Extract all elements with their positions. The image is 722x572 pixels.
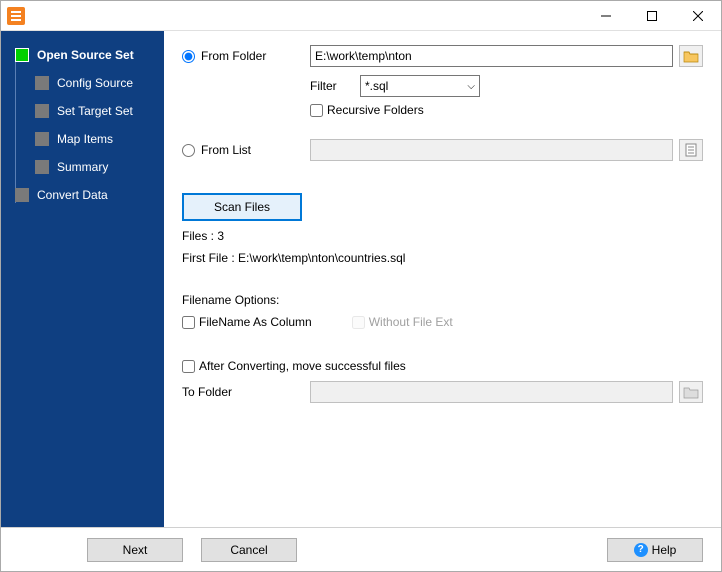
- sidebar-item-label: Summary: [57, 160, 108, 174]
- without-ext-label: Without File Ext: [369, 315, 453, 329]
- help-label: Help: [652, 543, 677, 557]
- sidebar-item-map-items[interactable]: Map Items: [7, 125, 158, 153]
- sidebar-item-label: Map Items: [57, 132, 113, 146]
- from-folder-text: From Folder: [201, 49, 266, 63]
- help-icon: ?: [634, 543, 648, 557]
- next-button[interactable]: Next: [87, 538, 183, 562]
- app-icon: [7, 7, 25, 25]
- filter-combo[interactable]: *.sql ⌵: [360, 75, 480, 97]
- filter-value: *.sql: [365, 79, 388, 93]
- sidebar-item-label: Open Source Set: [37, 48, 134, 62]
- sidebar-item-summary[interactable]: Summary: [7, 153, 158, 181]
- from-folder-radio-label[interactable]: From Folder: [182, 49, 310, 63]
- after-convert-option[interactable]: After Converting, move successful files: [182, 359, 406, 373]
- sidebar-item-label: Config Source: [57, 76, 133, 90]
- close-button[interactable]: [675, 1, 721, 31]
- to-folder-input: [310, 381, 673, 403]
- to-folder-label: To Folder: [182, 385, 310, 399]
- files-count-label: Files : 3: [182, 229, 703, 243]
- from-folder-input[interactable]: [310, 45, 673, 67]
- step-indicator-icon: [35, 160, 49, 174]
- filename-as-column-option[interactable]: FileName As Column: [182, 315, 312, 329]
- without-ext-option: Without File Ext: [352, 315, 453, 329]
- browse-to-folder-button[interactable]: [679, 381, 703, 403]
- from-list-radio-label[interactable]: From List: [182, 143, 310, 157]
- main-panel: From Folder Filter *.sql ⌵ Recursive Fol…: [164, 31, 721, 527]
- from-list-radio[interactable]: [182, 144, 195, 157]
- step-indicator-icon: [15, 48, 29, 62]
- sidebar-item-convert-data[interactable]: Convert Data: [7, 181, 158, 209]
- first-file-label: First File : E:\work\temp\nton\countries…: [182, 251, 703, 265]
- chevron-down-icon: ⌵: [467, 81, 475, 92]
- step-indicator-icon: [35, 132, 49, 146]
- after-convert-checkbox[interactable]: [182, 360, 195, 373]
- from-list-text: From List: [201, 143, 251, 157]
- recursive-checkbox[interactable]: [310, 104, 323, 117]
- sidebar-item-open-source-set[interactable]: Open Source Set: [7, 41, 158, 69]
- minimize-button[interactable]: [583, 1, 629, 31]
- without-ext-checkbox: [352, 316, 365, 329]
- footer: Next Cancel ? Help: [1, 527, 721, 571]
- step-indicator-icon: [35, 104, 49, 118]
- filename-as-column-label: FileName As Column: [199, 315, 312, 329]
- document-icon: [684, 143, 698, 157]
- from-list-input: [310, 139, 673, 161]
- sidebar-item-set-target-set[interactable]: Set Target Set: [7, 97, 158, 125]
- titlebar: [1, 1, 721, 31]
- sidebar-item-config-source[interactable]: Config Source: [7, 69, 158, 97]
- scan-files-button[interactable]: Scan Files: [182, 193, 302, 221]
- after-convert-label: After Converting, move successful files: [199, 359, 406, 373]
- browse-list-button[interactable]: [679, 139, 703, 161]
- sidebar-item-label: Convert Data: [37, 188, 108, 202]
- maximize-button[interactable]: [629, 1, 675, 31]
- folder-icon: [683, 49, 699, 63]
- step-indicator-icon: [35, 76, 49, 90]
- from-folder-radio[interactable]: [182, 50, 195, 63]
- sidebar: Open Source Set Config Source Set Target…: [1, 31, 164, 527]
- filename-as-column-checkbox[interactable]: [182, 316, 195, 329]
- help-button[interactable]: ? Help: [607, 538, 703, 562]
- filename-options-label: Filename Options:: [182, 293, 703, 307]
- browse-folder-button[interactable]: [679, 45, 703, 67]
- cancel-button[interactable]: Cancel: [201, 538, 297, 562]
- recursive-label: Recursive Folders: [327, 103, 424, 117]
- folder-icon: [683, 385, 699, 399]
- sidebar-item-label: Set Target Set: [57, 104, 133, 118]
- step-indicator-icon: [15, 188, 29, 202]
- filter-label: Filter: [310, 79, 360, 93]
